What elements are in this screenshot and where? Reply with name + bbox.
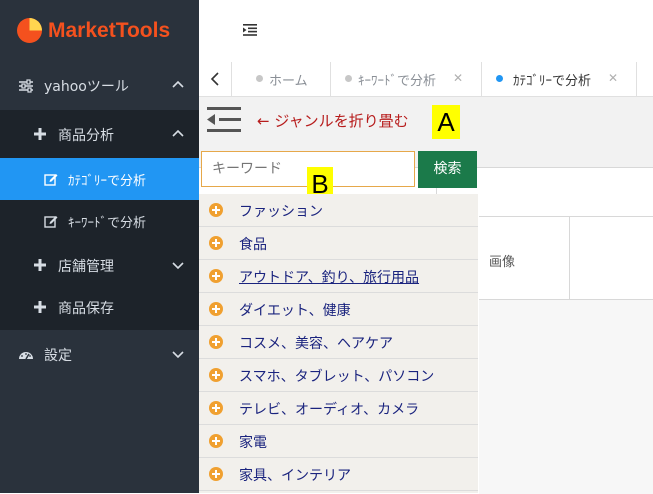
expand-plus-icon[interactable] [209,203,223,217]
tab-keyword-analysis[interactable]: ｷｰﾜｰﾄﾞで分析 ✕ [331,62,482,96]
pie-chart-icon [17,18,42,43]
genre-label: ファッション [239,204,323,220]
close-icon[interactable]: ✕ [608,71,618,85]
tab-label: ｶﾃｺﾞﾘｰで分析 [513,74,592,89]
expand-plus-icon[interactable] [209,368,223,382]
table-header-image: 画像 [489,255,516,270]
sidebar: MarketTools yahooツール 商品分析 ｶﾃｺﾞﾘｰで分析 ｷｰﾜｰ… [0,0,199,493]
plus-icon [34,301,46,313]
expand-plus-icon[interactable] [209,467,223,481]
plus-icon [34,128,46,140]
annotation-text: ← ジャンルを折り畳む [257,112,409,130]
sidebar-item-product-save[interactable]: 商品保存 [0,288,199,330]
sidebar-item-label: ｶﾃｺﾞﾘｰで分析 [68,174,147,189]
sidebar-item-label: ｷｰﾜｰﾄﾞで分析 [68,216,147,231]
chevron-up-icon [172,80,184,88]
menu-toggle-icon[interactable] [243,24,257,36]
genre-label: テレビ、オーディオ、カメラ [239,402,420,418]
genre-label: コスメ、美容、ヘアケア [239,336,393,352]
sidebar-item-label: 店舗管理 [58,259,114,275]
expand-plus-icon[interactable] [209,401,223,415]
tab-dot-icon [345,75,352,82]
expand-plus-icon[interactable] [209,434,223,448]
dashboard-icon [19,352,33,360]
chevron-down-icon [172,351,184,359]
sliders-icon [19,79,33,93]
table-divider [479,216,653,217]
chevron-up-icon [172,129,184,137]
sidebar-group-label: yahooツール [44,79,129,95]
sidebar-item-label: 商品分析 [58,128,114,144]
sidebar-item-label: 商品保存 [58,301,114,317]
header [199,0,653,62]
tab-dot-icon [256,75,263,82]
main-content: ← ジャンルを折り畳む A 画像 検索 B ファッション 食品 アウトドア、釣り… [199,97,653,494]
sidebar-item-product-analysis[interactable]: 商品分析 [0,110,199,158]
genre-label: アウトドア、釣り、旅行用品 [239,270,420,286]
expand-plus-icon[interactable] [209,236,223,250]
genre-item[interactable]: 食品 [199,227,478,260]
genre-item[interactable]: ファッション [199,194,478,227]
sidebar-item-store-management[interactable]: 店舗管理 [0,242,199,288]
annotation-badge-a: A [432,105,460,139]
expand-plus-icon[interactable] [209,302,223,316]
tab-home[interactable]: ホーム [232,62,331,96]
genre-label: 家具、インテリア [239,468,351,484]
close-icon[interactable]: ✕ [453,71,463,85]
chevron-down-icon [172,262,184,270]
table-body [479,300,653,494]
tab-label: ｷｰﾜｰﾄﾞで分析 [358,74,437,89]
sidebar-group-yahoo[interactable]: yahooツール [0,62,199,110]
genre-label: ダイエット、健康 [239,303,351,319]
genre-label: スマホ、タブレット、パソコン [239,369,435,385]
expand-plus-icon[interactable] [209,335,223,349]
expand-plus-icon[interactable] [209,269,223,283]
tab-scroll-left-button[interactable] [199,62,232,96]
sidebar-item-category-analysis[interactable]: ｶﾃｺﾞﾘｰで分析 [0,158,199,200]
genre-list: ファッション 食品 アウトドア、釣り、旅行用品 ダイエット、健康 コスメ、美容、… [199,194,478,493]
tab-dot-icon [496,75,503,82]
genre-item[interactable]: コスメ、美容、ヘアケア [199,326,478,359]
tab-category-analysis[interactable]: ｶﾃｺﾞﾘｰで分析 ✕ [482,62,637,96]
chevron-left-icon [210,72,219,86]
sidebar-item-keyword-analysis[interactable]: ｷｰﾜｰﾄﾞで分析 [0,200,199,242]
edit-icon [44,174,58,186]
table-divider [569,216,570,300]
sidebar-group-label: 設定 [44,348,72,364]
genre-item[interactable]: 家具、インテリア [199,458,478,491]
collapse-genre-icon[interactable] [207,105,241,135]
edit-icon [44,216,58,228]
genre-item[interactable]: アウトドア、釣り、旅行用品 [199,260,478,293]
plus-icon [34,259,46,271]
genre-label: 食品 [239,237,267,253]
genre-item[interactable]: ダイエット、健康 [199,293,478,326]
brand-name: MarketTools [48,19,171,42]
genre-item[interactable]: スマホ、タブレット、パソコン [199,359,478,392]
tab-bar: ホーム ｷｰﾜｰﾄﾞで分析 ✕ ｶﾃｺﾞﾘｰで分析 ✕ [199,62,653,97]
logo[interactable]: MarketTools [0,0,199,62]
tab-label: ホーム [269,74,308,89]
genre-item[interactable]: テレビ、オーディオ、カメラ [199,392,478,425]
genre-label: 家電 [239,435,267,451]
sidebar-group-settings[interactable]: 設定 [0,331,199,379]
genre-item[interactable]: 家電 [199,425,478,458]
search-button[interactable]: 検索 [418,151,477,188]
